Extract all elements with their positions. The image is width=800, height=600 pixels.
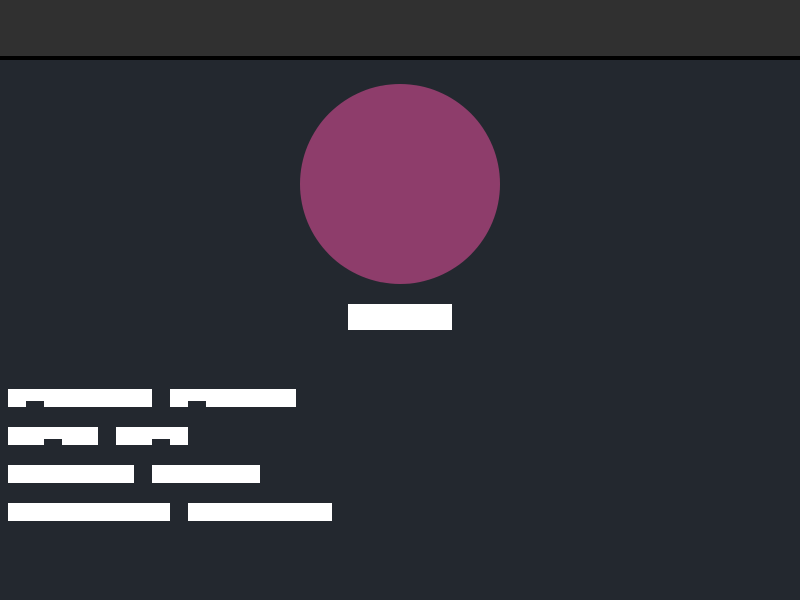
redaction-notch (152, 439, 170, 445)
top-bar (0, 0, 800, 56)
profile-name-redacted (348, 304, 452, 330)
field-4-label-redacted (8, 503, 170, 521)
redaction-notch (44, 439, 62, 445)
field-4-value-redacted (188, 503, 332, 521)
redaction-notch (188, 401, 206, 407)
redaction-notch (26, 401, 44, 407)
field-1-value-redacted (170, 389, 296, 407)
field-2-label-redacted (8, 427, 98, 445)
profile-panel (0, 60, 800, 600)
field-3-value-redacted (152, 465, 260, 483)
field-2-value-redacted (116, 427, 188, 445)
avatar (300, 84, 500, 284)
field-1-label-redacted (8, 389, 152, 407)
field-3-label-redacted (8, 465, 134, 483)
